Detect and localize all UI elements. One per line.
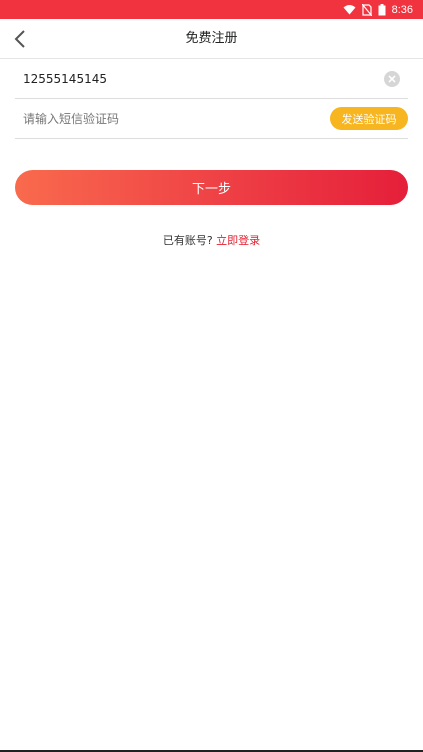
send-code-button[interactable]: 发送验证码 [330, 107, 408, 130]
battery-icon [378, 3, 386, 16]
next-step-button[interactable]: 下一步 [15, 170, 408, 205]
no-sim-icon [361, 3, 372, 16]
login-link[interactable]: 立即登录 [216, 234, 260, 247]
clear-icon [388, 75, 396, 83]
status-bar: 8:36 [0, 0, 423, 19]
header: 免费注册 [0, 19, 423, 59]
login-prompt-text: 已有账号? [162, 234, 213, 247]
sms-code-field: 发送验证码 [15, 99, 408, 139]
page-title: 免费注册 [185, 31, 238, 46]
clear-button[interactable] [384, 71, 400, 87]
phone-field [15, 59, 408, 99]
phone-input[interactable] [23, 59, 373, 98]
sms-code-input[interactable] [23, 99, 323, 138]
wifi-icon [343, 4, 356, 15]
login-prompt: 已有账号? 立即登录 [0, 232, 423, 250]
status-time: 8:36 [391, 3, 413, 16]
